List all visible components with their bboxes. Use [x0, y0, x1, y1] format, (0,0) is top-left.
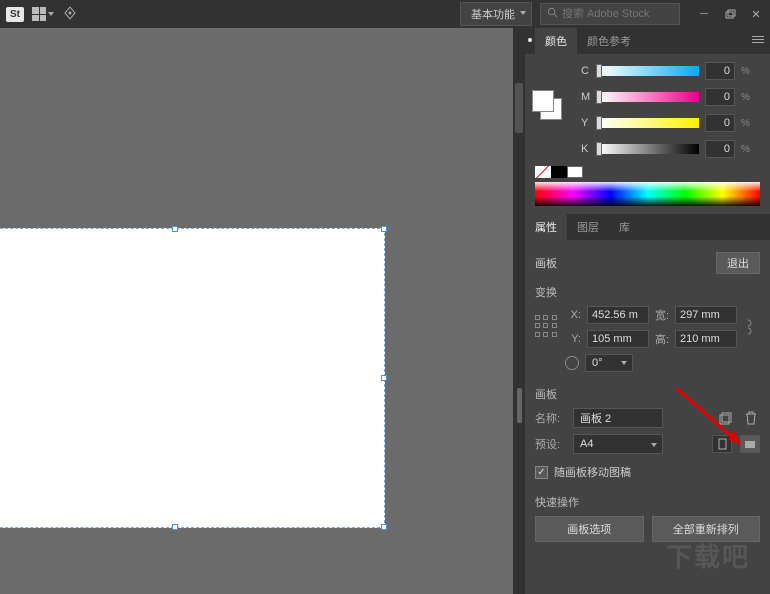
magenta-label: M — [581, 91, 593, 103]
panel-indicator-icon — [528, 38, 532, 42]
yellow-label: Y — [581, 117, 593, 129]
yellow-slider[interactable] — [599, 118, 699, 128]
arrange-documents-button[interactable] — [32, 7, 54, 21]
resize-handle-se[interactable] — [381, 524, 387, 530]
workspace-label: 基本功能 — [471, 9, 515, 21]
resize-handle-e[interactable] — [381, 375, 387, 381]
reference-point-selector[interactable] — [535, 315, 559, 339]
quick-actions-title: 快速操作 — [535, 494, 760, 510]
artboard[interactable] — [0, 228, 385, 528]
resize-handle-s[interactable] — [172, 524, 178, 530]
slider-knob[interactable] — [596, 142, 602, 156]
move-artwork-label: 随画板移动图稿 — [554, 464, 631, 480]
width-input[interactable] — [675, 306, 737, 324]
percent-label: % — [741, 118, 750, 129]
fill-stroke-swatches[interactable] — [532, 90, 554, 112]
quick-swatch-row — [535, 166, 760, 178]
properties-panel-tabs: 属性 图层 库 — [525, 214, 770, 240]
resize-handle-ne[interactable] — [381, 226, 387, 232]
chevron-down-icon — [520, 11, 526, 15]
panel-menu-icon[interactable] — [752, 36, 764, 43]
stock-badge[interactable]: St — [6, 7, 24, 22]
rotate-icon — [565, 356, 579, 370]
chevron-down-icon — [48, 12, 54, 16]
rotate-dropdown[interactable]: 0° — [585, 354, 633, 372]
slider-knob[interactable] — [596, 90, 602, 104]
canvas-area[interactable]: 板 2 — [0, 28, 513, 594]
search-box[interactable] — [540, 3, 680, 25]
height-input[interactable] — [675, 330, 737, 348]
black-input[interactable] — [705, 140, 735, 158]
top-menubar: St 基本功能 ─ ✕ — [0, 0, 770, 28]
workspace-dropdown[interactable]: 基本功能 — [460, 2, 532, 26]
yellow-input[interactable] — [705, 114, 735, 132]
exit-artboard-button[interactable]: 退出 — [716, 252, 760, 274]
slider-knob[interactable] — [596, 64, 602, 78]
x-label: X: — [567, 309, 581, 321]
panel-divider — [513, 28, 525, 594]
width-label: 宽: — [655, 307, 669, 323]
color-spectrum[interactable] — [535, 182, 760, 206]
magenta-input[interactable] — [705, 88, 735, 106]
resize-handle-n[interactable] — [172, 226, 178, 232]
tab-color-guide[interactable]: 颜色参考 — [577, 28, 641, 54]
maximize-button[interactable] — [722, 7, 738, 21]
move-artwork-checkbox[interactable]: ✓ — [535, 466, 548, 479]
cyan-label: C — [581, 65, 593, 77]
fill-swatch[interactable] — [532, 90, 554, 112]
scrollbar-thumb[interactable] — [517, 388, 522, 423]
panel-collapse-toggle[interactable] — [515, 83, 523, 133]
black-label: K — [581, 143, 593, 155]
color-panel: C % M % Y % K % — [525, 54, 770, 214]
tab-properties[interactable]: 属性 — [525, 214, 567, 240]
percent-label: % — [741, 92, 750, 103]
link-wh-icon[interactable] — [741, 317, 755, 337]
right-panels: 颜色 颜色参考 C % M % Y — [525, 28, 770, 594]
new-artboard-icon[interactable] — [716, 409, 734, 427]
landscape-orientation-button[interactable] — [740, 435, 760, 453]
artboard-options-button[interactable]: 画板选项 — [535, 516, 644, 542]
artboard-section-title: 画板 — [535, 386, 760, 402]
cyan-input[interactable] — [705, 62, 735, 80]
color-panel-tabs: 颜色 颜色参考 — [525, 28, 770, 54]
preset-dropdown[interactable]: A4 — [573, 434, 663, 454]
cyan-slider[interactable] — [599, 66, 699, 76]
transform-section-title: 变换 — [535, 284, 760, 300]
minimize-button[interactable]: ─ — [696, 7, 712, 21]
height-label: 高: — [655, 331, 669, 347]
watermark: 下载吧 — [666, 537, 750, 574]
black-swatch[interactable] — [551, 166, 567, 178]
slider-knob[interactable] — [596, 116, 602, 130]
preset-label: 预设: — [535, 436, 565, 452]
name-label: 名称: — [535, 410, 565, 426]
black-slider[interactable] — [599, 144, 699, 154]
x-input[interactable] — [587, 306, 649, 324]
portrait-orientation-button[interactable] — [712, 435, 732, 453]
white-swatch[interactable] — [567, 166, 583, 178]
tab-libraries[interactable]: 库 — [609, 214, 640, 240]
percent-label: % — [741, 66, 750, 77]
percent-label: % — [741, 144, 750, 155]
magenta-slider[interactable] — [599, 92, 699, 102]
tab-color[interactable]: 颜色 — [535, 28, 577, 54]
artboard-name-input[interactable] — [573, 408, 663, 428]
y-input[interactable] — [587, 330, 649, 348]
search-input[interactable] — [562, 8, 673, 20]
tab-layers[interactable]: 图层 — [567, 214, 609, 240]
close-button[interactable]: ✕ — [748, 7, 764, 21]
gpu-preview-icon[interactable] — [62, 5, 78, 24]
none-swatch[interactable] — [535, 166, 551, 178]
delete-artboard-icon[interactable] — [742, 409, 760, 427]
artboard-header-label: 画板 — [535, 255, 557, 271]
y-label: Y: — [567, 333, 581, 345]
search-icon — [547, 7, 558, 21]
